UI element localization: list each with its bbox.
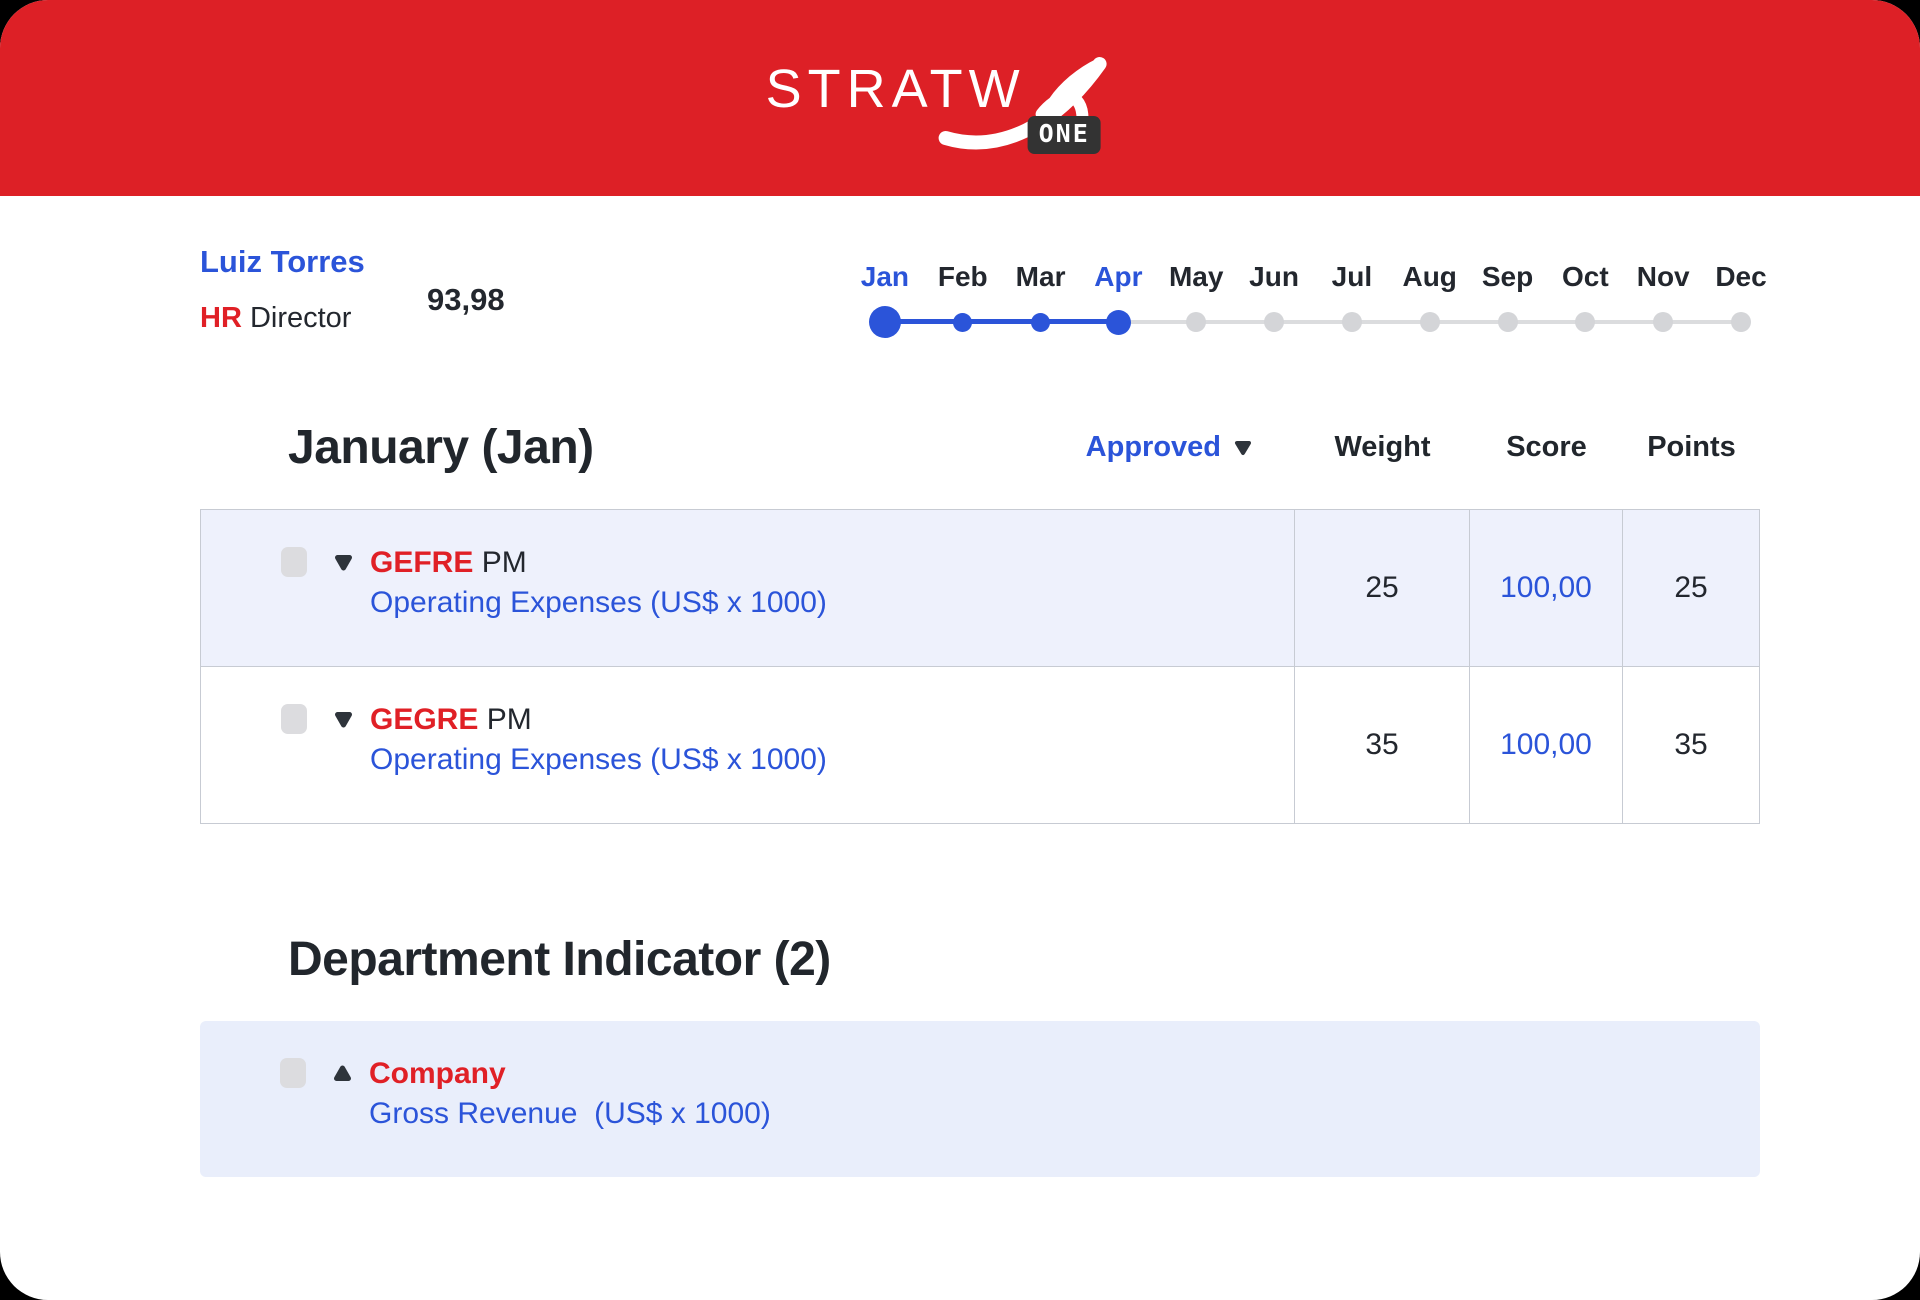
timeline-month-dot[interactable] xyxy=(1031,313,1050,332)
timeline-month-dot[interactable] xyxy=(1498,312,1518,332)
indicator-link[interactable]: Operating Expenses (US$ x 1000) xyxy=(370,583,827,623)
group-name[interactable]: Company xyxy=(369,1057,506,1090)
timeline-month-dot[interactable] xyxy=(1653,312,1673,332)
chevron-down-icon xyxy=(1233,439,1253,457)
department-section-title: Department Indicator (2) xyxy=(200,932,831,987)
timeline-month-dot[interactable] xyxy=(1106,310,1131,335)
user-role-title: Director xyxy=(250,302,352,334)
column-header-points: Points xyxy=(1623,431,1760,464)
timeline-month-feb[interactable]: Feb xyxy=(924,260,1002,340)
january-section-title: January (Jan) xyxy=(200,420,594,475)
weight-value: 25 xyxy=(1294,510,1469,666)
collapse-down-icon[interactable] xyxy=(333,710,354,729)
timeline-month-label: Apr xyxy=(1079,260,1157,294)
group-suffix: PM xyxy=(487,703,532,736)
department-section-header: Department Indicator (2) xyxy=(200,932,1760,987)
department-indicator-row: Company Gross Revenue (US$ x 1000) xyxy=(200,1021,1760,1177)
group-suffix: PM xyxy=(482,546,527,579)
row-checkbox[interactable] xyxy=(281,704,307,734)
timeline-month-dot[interactable] xyxy=(1731,312,1751,332)
app-window: STRATW ONE Luiz Torres HR Director 93,98… xyxy=(0,0,1920,1300)
month-timeline: JanFebMarAprMayJunJulAugSepOctNovDec xyxy=(846,260,1780,370)
timeline-month-dot[interactable] xyxy=(1420,312,1440,332)
status-filter-dropdown[interactable]: Approved xyxy=(1086,431,1295,464)
timeline-month-label: Jul xyxy=(1313,260,1391,294)
timeline-months: JanFebMarAprMayJunJulAugSepOctNovDec xyxy=(846,260,1780,340)
timeline-month-dot[interactable] xyxy=(1264,312,1284,332)
table-row: GEFRE PM Operating Expenses (US$ x 1000)… xyxy=(201,510,1759,666)
user-role-department: HR xyxy=(200,302,242,334)
january-section-header: January (Jan) Approved Weight Score Poin… xyxy=(200,420,1760,475)
timeline-month-label: Oct xyxy=(1546,260,1624,294)
timeline-month-sep[interactable]: Sep xyxy=(1469,260,1547,340)
indicator-desc-cell: GEGRE PM Operating Expenses (US$ x 1000) xyxy=(201,667,1294,823)
weight-value: 35 xyxy=(1294,667,1469,823)
indicator-table: GEFRE PM Operating Expenses (US$ x 1000)… xyxy=(200,509,1760,824)
timeline-month-may[interactable]: May xyxy=(1157,260,1235,340)
timeline-month-label: Nov xyxy=(1624,260,1702,294)
timeline-month-jul[interactable]: Jul xyxy=(1313,260,1391,340)
timeline-month-label: Jun xyxy=(1235,260,1313,294)
timeline-month-jan[interactable]: Jan xyxy=(846,260,924,340)
indicator-desc-cell: GEFRE PM Operating Expenses (US$ x 1000) xyxy=(201,510,1294,666)
column-header-score: Score xyxy=(1470,431,1623,464)
timeline-month-label: Jan xyxy=(846,260,924,294)
timeline-month-aug[interactable]: Aug xyxy=(1391,260,1469,340)
user-block: Luiz Torres HR Director xyxy=(200,246,365,333)
timeline-month-dot[interactable] xyxy=(869,306,901,338)
score-value[interactable]: 100,00 xyxy=(1469,667,1622,823)
timeline-month-label: Sep xyxy=(1469,260,1547,294)
indicator-link[interactable]: Operating Expenses (US$ x 1000) xyxy=(370,740,827,780)
timeline-month-label: Feb xyxy=(924,260,1002,294)
top-banner: STRATW ONE xyxy=(0,0,1920,196)
timeline-month-dot[interactable] xyxy=(1575,312,1595,332)
timeline-month-nov[interactable]: Nov xyxy=(1624,260,1702,340)
timeline-month-label: Dec xyxy=(1702,260,1780,294)
timeline-month-oct[interactable]: Oct xyxy=(1546,260,1624,340)
timeline-month-label: Mar xyxy=(1002,260,1080,294)
column-header-weight: Weight xyxy=(1295,431,1470,464)
january-section: January (Jan) Approved Weight Score Poin… xyxy=(200,420,1760,824)
table-row: GEGRE PM Operating Expenses (US$ x 1000)… xyxy=(201,666,1759,823)
timeline-month-label: May xyxy=(1157,260,1235,294)
row-checkbox[interactable] xyxy=(281,547,307,577)
score-value[interactable]: 100,00 xyxy=(1469,510,1622,666)
timeline-month-dot[interactable] xyxy=(1186,312,1206,332)
collapse-down-icon[interactable] xyxy=(333,553,354,572)
timeline-month-dec[interactable]: Dec xyxy=(1702,260,1780,340)
timeline-month-dot[interactable] xyxy=(953,313,972,332)
timeline-month-apr[interactable]: Apr xyxy=(1079,260,1157,340)
points-value: 35 xyxy=(1622,667,1759,823)
user-role: HR Director xyxy=(200,304,365,333)
logo-one-badge: ONE xyxy=(1028,116,1101,154)
timeline-month-mar[interactable]: Mar xyxy=(1002,260,1080,340)
status-filter-label[interactable]: Approved xyxy=(1086,431,1221,464)
user-score-value: 93,98 xyxy=(427,282,505,318)
row-checkbox[interactable] xyxy=(280,1058,306,1088)
points-value: 25 xyxy=(1622,510,1759,666)
user-name[interactable]: Luiz Torres xyxy=(200,246,365,277)
department-section: Department Indicator (2) Company Gross R… xyxy=(200,932,1760,1177)
stratws-one-logo: STRATW ONE xyxy=(766,40,1126,170)
timeline-month-label: Aug xyxy=(1391,260,1469,294)
timeline-month-jun[interactable]: Jun xyxy=(1235,260,1313,340)
group-name[interactable]: GEGRE xyxy=(370,703,478,736)
timeline-month-dot[interactable] xyxy=(1342,312,1362,332)
collapse-up-icon[interactable] xyxy=(332,1064,353,1083)
indicator-link[interactable]: Gross Revenue (US$ x 1000) xyxy=(369,1094,771,1134)
group-name[interactable]: GEFRE xyxy=(370,546,473,579)
